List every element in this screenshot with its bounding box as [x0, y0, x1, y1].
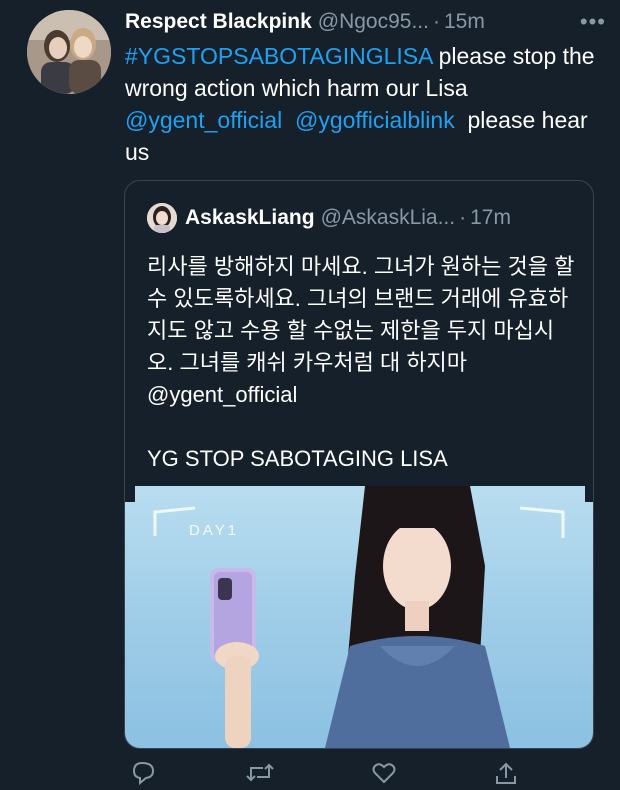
quoted-tweet-header: AskaskLiang @AskaskLia... · 17m — [147, 203, 577, 233]
retweet-icon[interactable] — [245, 760, 275, 785]
like-icon[interactable] — [371, 760, 397, 785]
quoted-handle[interactable]: @AskaskLia... — [321, 206, 456, 230]
tweet-header: Respect Blackpink @Ngoc95... · 15m ••• — [125, 8, 606, 36]
reply-icon[interactable] — [131, 760, 157, 786]
author-display-name[interactable]: Respect Blackpink — [125, 10, 312, 34]
separator-dot: · — [459, 206, 467, 229]
mention-link[interactable]: @ygofficialblink — [295, 107, 455, 133]
author-handle[interactable]: @Ngoc95... — [318, 10, 429, 34]
image-overlay-text: DAY1 — [189, 522, 240, 539]
quoted-avatar-photo — [147, 203, 177, 233]
quoted-tweet-image[interactable]: DAY1 — [125, 486, 593, 748]
tweet-text: #YGSTOPSABOTAGINGLISA please stop the wr… — [125, 40, 605, 168]
tweet-timestamp[interactable]: 15m — [444, 10, 485, 34]
share-icon[interactable] — [493, 760, 519, 785]
quoted-text-korean: 리사를 방해하지 마세요. 그녀가 원하는 것을 할 수 있도록하세요. 그녀의… — [147, 254, 575, 407]
separator-dot: · — [432, 10, 440, 33]
quoted-tweet-card[interactable]: AskaskLiang @AskaskLia... · 17m 리사를 방해하지… — [124, 180, 594, 749]
author-avatar[interactable] — [27, 10, 111, 94]
mention-link[interactable]: @ygent_official — [125, 107, 282, 133]
tweet-action-bar — [125, 760, 525, 786]
more-options-icon[interactable]: ••• — [580, 9, 606, 35]
hashtag-link[interactable]: #YGSTOPSABOTAGINGLISA — [125, 43, 432, 69]
quoted-display-name[interactable]: AskaskLiang — [185, 206, 315, 230]
avatar-photo — [27, 10, 111, 94]
quoted-author-avatar[interactable] — [147, 203, 177, 233]
quoted-text-english: YG STOP SABOTAGING LISA — [147, 446, 448, 471]
quoted-tweet-text: 리사를 방해하지 마세요. 그녀가 원하는 것을 할 수 있도록하세요. 그녀의… — [147, 251, 577, 475]
quoted-timestamp[interactable]: 17m — [470, 206, 511, 230]
